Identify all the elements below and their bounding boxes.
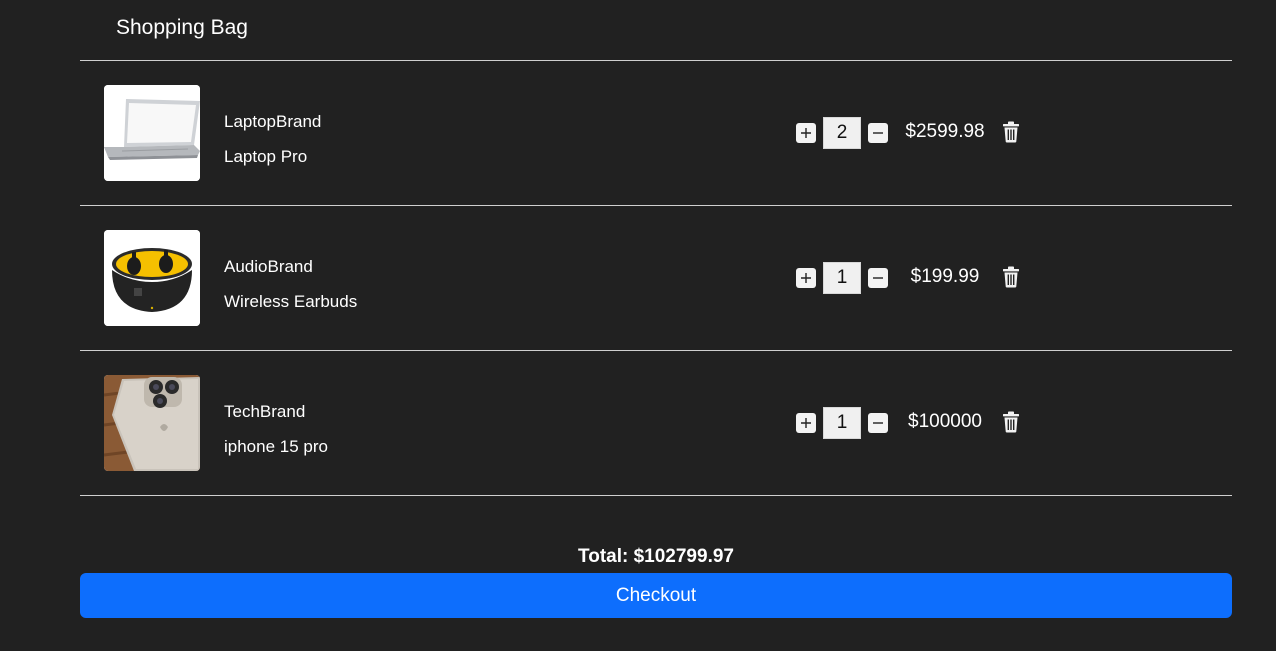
shopping-bag-page: Shopping Bag LaptopBrand Laptop Pro 2 $2… — [0, 0, 1276, 651]
trash-icon — [1003, 411, 1019, 433]
remove-item-button[interactable] — [1001, 121, 1021, 143]
decrease-quantity-button[interactable] — [868, 268, 888, 288]
remove-item-button[interactable] — [1001, 266, 1021, 288]
iphone-image — [104, 375, 200, 471]
laptop-image — [104, 85, 200, 181]
quantity-stepper: 1 — [796, 262, 888, 294]
product-name: iphone 15 pro — [224, 437, 328, 456]
bag-list: LaptopBrand Laptop Pro 2 $2599.98 AudioB… — [80, 61, 1232, 496]
earbuds-image — [104, 230, 200, 326]
item-price: $2599.98 — [905, 121, 985, 142]
header: Shopping Bag — [80, 0, 1232, 61]
minus-icon — [873, 277, 883, 279]
page-title: Shopping Bag — [116, 16, 248, 39]
increase-quantity-button[interactable] — [796, 413, 816, 433]
trash-icon — [1003, 266, 1019, 288]
quantity-input[interactable]: 1 — [823, 407, 861, 439]
quantity-stepper: 1 — [796, 407, 888, 439]
decrease-quantity-button[interactable] — [868, 413, 888, 433]
increase-quantity-button[interactable] — [796, 123, 816, 143]
product-brand: LaptopBrand — [224, 112, 322, 131]
bag-item: LaptopBrand Laptop Pro 2 $2599.98 — [80, 61, 1232, 206]
checkout-button[interactable]: Checkout — [80, 573, 1232, 618]
order-total: Total: $102799.97 — [578, 546, 734, 567]
trash-icon — [1003, 121, 1019, 143]
item-price: $100000 — [908, 411, 982, 432]
minus-icon — [873, 422, 883, 424]
quantity-input[interactable]: 1 — [823, 262, 861, 294]
plus-icon — [801, 418, 811, 428]
decrease-quantity-button[interactable] — [868, 123, 888, 143]
quantity-input[interactable]: 2 — [823, 117, 861, 149]
remove-item-button[interactable] — [1001, 411, 1021, 433]
product-name: Laptop Pro — [224, 147, 308, 166]
product-brand: TechBrand — [224, 402, 306, 421]
product-name: Wireless Earbuds — [224, 292, 358, 311]
bag-item: TechBrand iphone 15 pro 1 $100000 — [80, 351, 1232, 496]
bag-item: AudioBrand Wireless Earbuds 1 $199.99 — [80, 206, 1232, 351]
quantity-stepper: 2 — [796, 117, 888, 149]
plus-icon — [801, 273, 811, 283]
plus-icon — [801, 128, 811, 138]
product-brand: AudioBrand — [224, 257, 313, 276]
increase-quantity-button[interactable] — [796, 268, 816, 288]
item-price: $199.99 — [910, 266, 980, 287]
minus-icon — [873, 132, 883, 134]
